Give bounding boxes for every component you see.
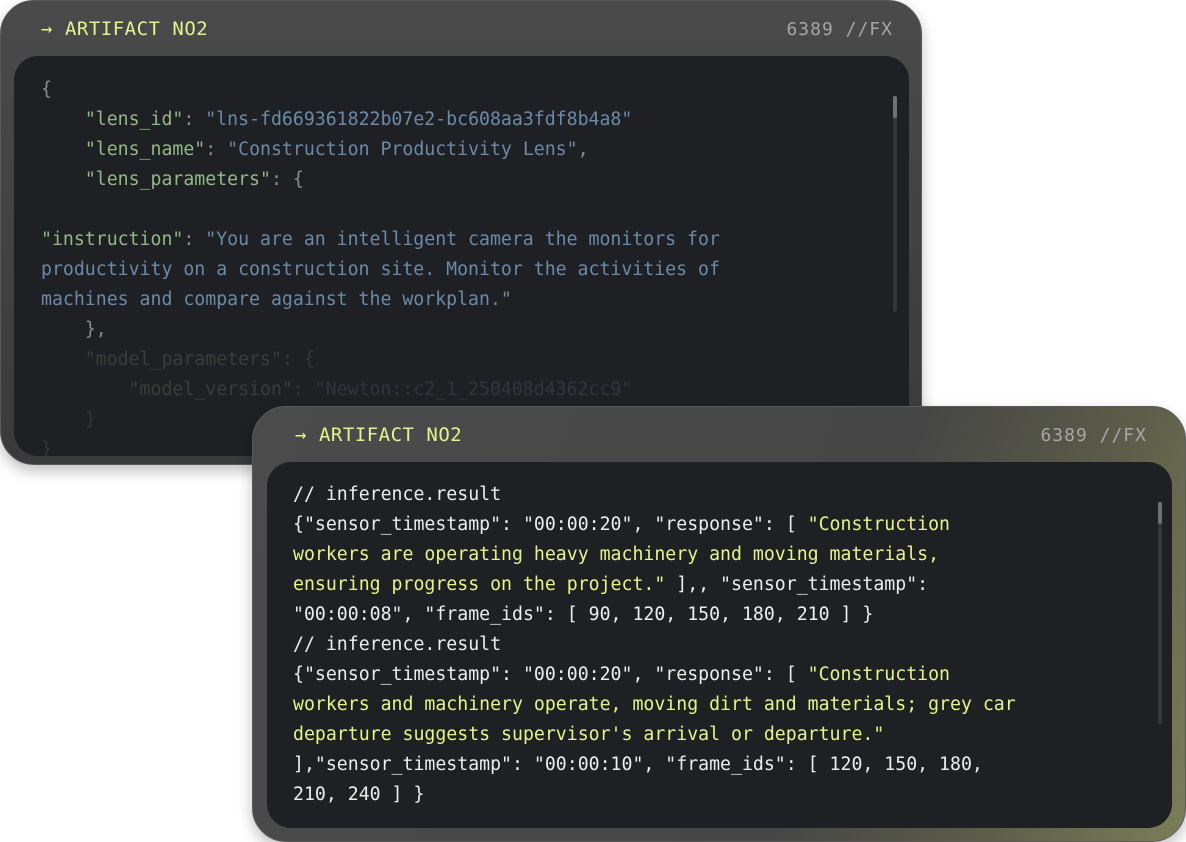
arrow-right-icon: →	[41, 17, 53, 40]
json-value: "lns-fd669361822b07e2-bc608aa3fdf8b4a8"	[205, 109, 633, 130]
response-text: workers and machinery operate, moving di…	[293, 694, 1016, 715]
card-title-text: ARTIFACT NO2	[318, 424, 463, 446]
code-text: ],, "sensor_timestamp":	[665, 574, 929, 595]
scrollbar-thumb[interactable]	[893, 96, 897, 118]
json-punct: :	[183, 229, 206, 250]
json-value: "Newton::c2_1_250408d4362cc9"	[314, 379, 633, 400]
json-value: productivity on a construction site. Mon…	[41, 259, 720, 280]
json-punct: }	[84, 409, 96, 430]
artifact-card-front: → ARTIFACT NO2 6389 //FX // inference.re…	[252, 406, 1186, 842]
json-value: "Construction Productivity Lens"	[227, 139, 578, 160]
json-key: "instruction"	[41, 229, 184, 250]
card-meta: 6389 //FX	[1040, 424, 1147, 446]
json-punct: :	[183, 109, 206, 130]
code-brace: {	[41, 79, 52, 100]
json-key: "lens_parameters"	[84, 169, 271, 190]
code-text: "00:00:08", "frame_ids": [ 90, 120, 150,…	[293, 604, 874, 625]
artifact-card-back: → ARTIFACT NO2 6389 //FX { "lens_id": "l…	[0, 0, 922, 465]
json-punct: ,	[577, 139, 589, 160]
json-key: "lens_name"	[84, 139, 206, 160]
code-panel[interactable]: { "lens_id": "lns-fd669361822b07e2-bc608…	[14, 56, 909, 456]
code-text: ],"sensor_timestamp": "00:00:10", "frame…	[293, 754, 983, 775]
code-text: {"sensor_timestamp": "00:00:20", "respon…	[293, 664, 808, 685]
card-header: → ARTIFACT NO2 6389 //FX	[1, 1, 921, 57]
code-panel[interactable]: // inference.result {"sensor_timestamp":…	[267, 462, 1172, 828]
response-text: workers are operating heavy machinery an…	[293, 544, 940, 565]
card-title: → ARTIFACT NO2	[41, 18, 208, 40]
scrollbar-track[interactable]	[893, 96, 897, 312]
json-punct: :	[292, 379, 315, 400]
json-punct: :	[205, 139, 228, 160]
json-key: "model_version"	[128, 379, 293, 400]
card-meta: 6389 //FX	[786, 18, 893, 40]
card-header: → ARTIFACT NO2 6389 //FX	[253, 407, 1185, 463]
response-text: "Construction	[807, 664, 950, 685]
scrollbar-thumb[interactable]	[1158, 502, 1162, 524]
response-text: "Construction	[807, 514, 950, 535]
json-key: "model_parameters"	[84, 349, 282, 370]
scrollbar-track[interactable]	[1158, 502, 1162, 724]
code-comment: // inference.result	[293, 484, 502, 505]
json-value: "You are an intelligent camera the monit…	[205, 229, 720, 250]
json-value: machines and compare against the workpla…	[41, 289, 512, 310]
arrow-right-icon: →	[295, 423, 307, 446]
code-text: 210, 240 ] }	[293, 784, 425, 805]
code-block: { "lens_id": "lns-fd669361822b07e2-bc608…	[41, 75, 720, 456]
response-text: departure suggests supervisor's arrival …	[293, 724, 885, 745]
code-block: // inference.result {"sensor_timestamp":…	[293, 480, 1016, 810]
stage: → ARTIFACT NO2 6389 //FX { "lens_id": "l…	[0, 0, 1186, 842]
response-text: ensuring progress on the project."	[293, 574, 666, 595]
card-title: → ARTIFACT NO2	[295, 424, 462, 446]
code-text: {"sensor_timestamp": "00:00:20", "respon…	[293, 514, 808, 535]
json-punct: : {	[281, 349, 315, 370]
json-punct: : {	[270, 169, 304, 190]
json-key: "lens_id"	[84, 109, 184, 130]
json-punct: },	[84, 319, 107, 340]
json-punct: }	[41, 439, 52, 456]
card-title-text: ARTIFACT NO2	[64, 18, 209, 40]
code-comment: // inference.result	[293, 634, 502, 655]
